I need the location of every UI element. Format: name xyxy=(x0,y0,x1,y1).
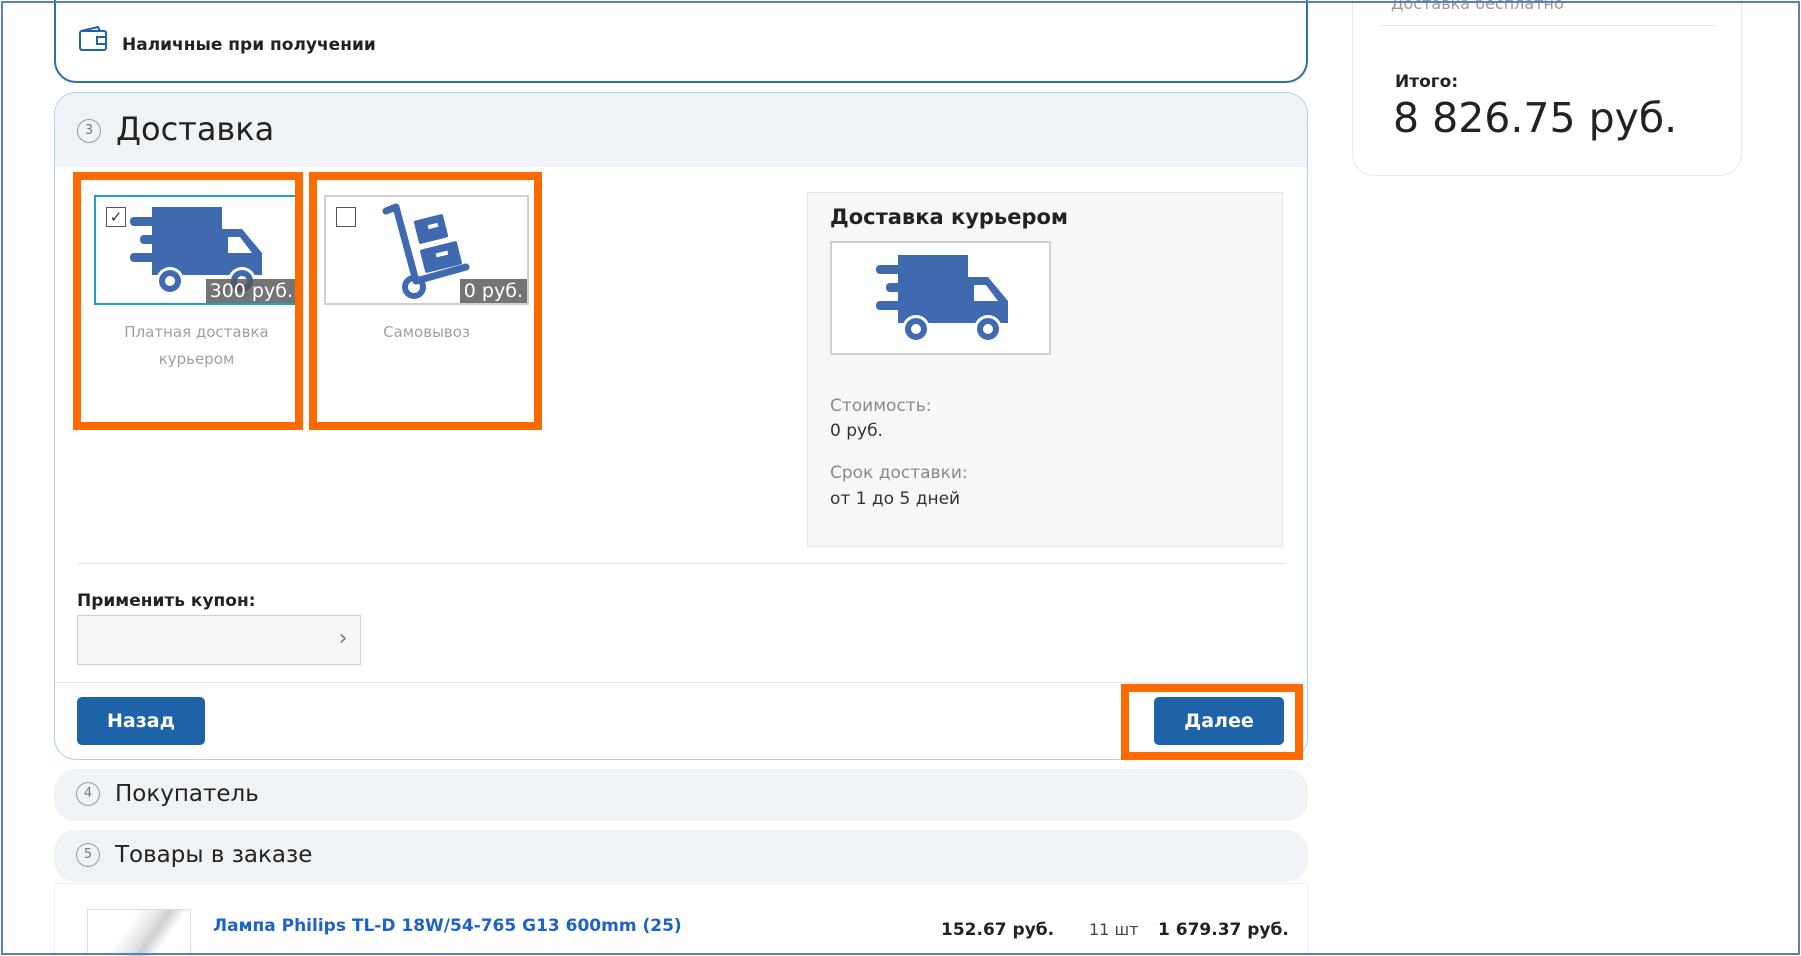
coupon-input[interactable] xyxy=(77,615,361,665)
info-title: Доставка курьером xyxy=(830,205,1069,229)
product-total: 1 679.37 руб. xyxy=(1158,920,1289,940)
coupon-label: Применить купон: xyxy=(77,591,256,611)
summary-cut-text: Доставка бесплатно xyxy=(1391,0,1564,13)
checkbox-unchecked[interactable] xyxy=(336,207,356,227)
delivery-truck-icon xyxy=(876,255,1008,343)
section-title: Доставка xyxy=(116,110,275,148)
order-summary: Доставка бесплатно Итого: 8 826.75 руб. xyxy=(1352,0,1742,176)
divider xyxy=(77,563,1285,564)
cost-value: 0 руб. xyxy=(830,421,883,441)
chevron-right-icon[interactable]: › xyxy=(332,626,354,652)
next-button[interactable]: Далее xyxy=(1154,697,1284,745)
checkbox-checked[interactable]: ✓ xyxy=(106,207,126,227)
delivery-section-header: 3 Доставка xyxy=(55,93,1307,167)
delivery-section: 3 Доставка ✓ 300 руб. Платная доставка к… xyxy=(54,92,1308,760)
info-image xyxy=(830,241,1051,355)
goods-list: Лампа Philips TL-D 18W/54-765 G13 600mm … xyxy=(54,883,1308,956)
cost-label: Стоимость: xyxy=(830,396,932,416)
step-number: 4 xyxy=(76,782,100,806)
product-thumbnail[interactable] xyxy=(87,909,191,956)
term-value: от 1 до 5 дней xyxy=(830,489,961,509)
step-number: 5 xyxy=(76,843,100,867)
payment-method-label: Наличные при получении xyxy=(122,35,376,55)
section-title: Товары в заказе xyxy=(115,842,313,868)
goods-section-header[interactable]: 5 Товары в заказе xyxy=(54,830,1308,882)
product-name-link[interactable]: Лампа Philips TL-D 18W/54-765 G13 600mm … xyxy=(213,916,682,936)
total-value: 8 826.75 руб. xyxy=(1393,94,1678,142)
delivery-info-panel: Доставка курьером Стоимость: 0 руб. Срок… xyxy=(807,192,1283,547)
option-price: 0 руб. xyxy=(459,279,527,303)
option-label: Платная доставка курьером xyxy=(124,323,269,368)
back-button[interactable]: Назад xyxy=(77,697,205,745)
option-price: 300 руб. xyxy=(205,279,297,303)
wallet-icon xyxy=(79,26,107,51)
buyer-section-header[interactable]: 4 Покупатель xyxy=(54,769,1308,821)
step-number: 3 xyxy=(77,119,101,143)
product-quantity: 11 шт xyxy=(1089,920,1139,939)
option-label: Самовывоз xyxy=(383,323,470,341)
divider xyxy=(1381,25,1715,26)
section-title: Покупатель xyxy=(115,781,259,807)
product-price: 152.67 руб. xyxy=(941,920,1055,940)
total-label: Итого: xyxy=(1395,72,1459,92)
divider xyxy=(55,682,1307,683)
payment-selected-card: Наличные при получении xyxy=(54,0,1308,83)
term-label: Срок доставки: xyxy=(830,463,968,483)
